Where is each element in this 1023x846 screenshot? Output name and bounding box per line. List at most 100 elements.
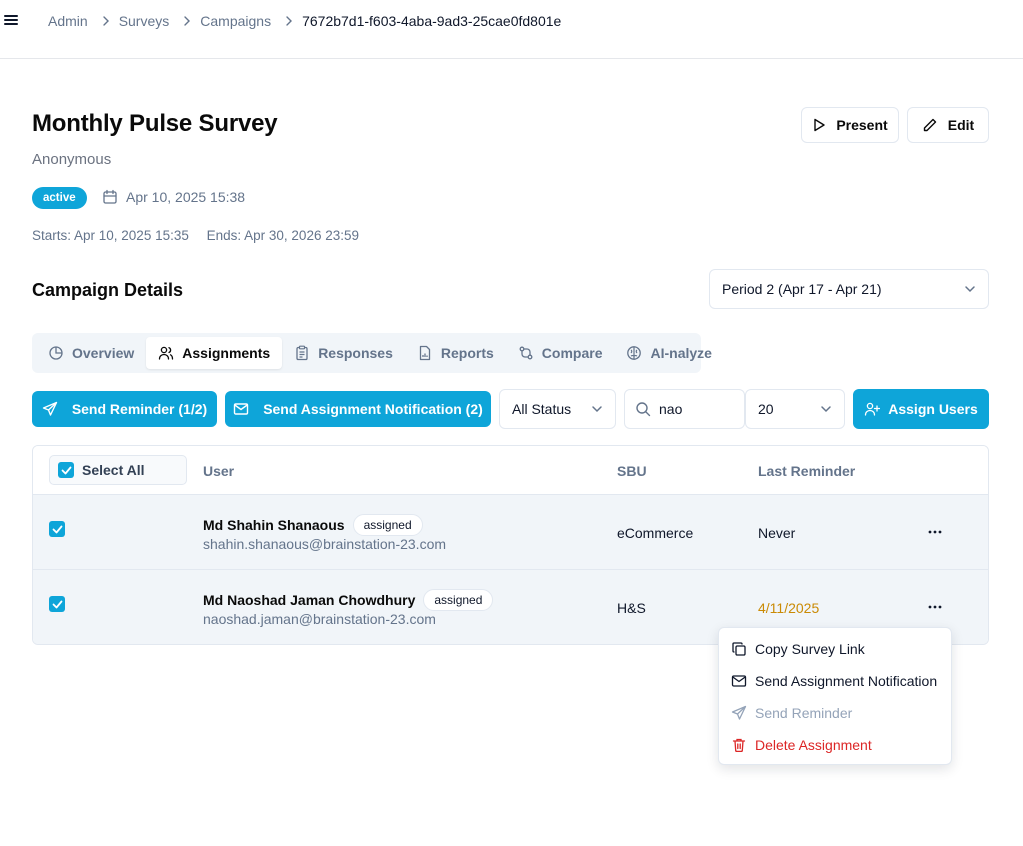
last-reminder-cell: Never (758, 525, 796, 541)
row-actions-menu: Copy Survey Link Send Assignment Notific… (718, 627, 952, 765)
section-title: Campaign Details (32, 280, 184, 300)
send-notification-button[interactable]: Send Assignment Notification (2) (225, 391, 491, 427)
play-icon (812, 118, 836, 132)
chevron-down-icon (820, 405, 832, 413)
table-header: Select All User SBU Last Reminder (33, 446, 988, 495)
tab-overview[interactable]: Overview (36, 337, 146, 369)
clipboard-icon (294, 345, 318, 361)
start-date: Starts: Apr 10, 2025 15:35 (32, 228, 189, 243)
mail-icon (233, 401, 263, 417)
menu-item-label: Send Assignment Notification (755, 673, 938, 689)
select-all-checkbox[interactable] (58, 462, 74, 478)
more-horizontal-icon[interactable] (921, 523, 949, 541)
sbu-cell: eCommerce (617, 525, 694, 541)
user-name: Md Naoshad Jaman Chowdhury (203, 592, 416, 608)
column-header-user: User (203, 463, 235, 479)
menu-item-label: Send Reminder (755, 705, 853, 721)
pie-chart-icon (48, 345, 72, 361)
file-chart-icon (417, 345, 441, 361)
menu-item-delete-assignment[interactable]: Delete Assignment (719, 729, 951, 761)
row-checkbox[interactable] (49, 521, 65, 537)
trash-icon (731, 737, 755, 753)
menu-icon[interactable] (4, 13, 22, 31)
chevron-right-icon (285, 16, 293, 26)
top-bar: Admin Surveys Campaigns 7672b7d1-f603-4a… (0, 0, 1023, 59)
send-notification-label: Send Assignment Notification (2) (263, 401, 483, 417)
tab-responses[interactable]: Responses (282, 337, 405, 369)
user-plus-icon (864, 401, 888, 417)
calendar-icon (102, 189, 126, 205)
page-size-value: 20 (758, 401, 774, 417)
tab-label: Reports (440, 345, 494, 361)
user-name-cell: Md Shahin Shanaous assigned (203, 514, 423, 536)
user-email: shahin.shanaous@brainstation-23.com (203, 536, 447, 552)
chevron-down-icon (591, 405, 603, 413)
end-date: Ends: Apr 30, 2026 23:59 (206, 228, 359, 243)
search-field[interactable] (624, 389, 745, 429)
tab-label: Overview (72, 345, 135, 361)
page-size-select[interactable]: 20 (745, 389, 845, 429)
breadcrumb-admin[interactable]: Admin (48, 13, 88, 29)
tab-compare[interactable]: Compare (506, 337, 615, 369)
pencil-icon (922, 117, 948, 133)
copy-icon (731, 641, 755, 657)
tab-reports[interactable]: Reports (405, 337, 506, 369)
status-filter-value: All Status (512, 401, 572, 417)
column-header-sbu: SBU (617, 463, 647, 479)
send-reminder-button[interactable]: Send Reminder (1/2) (32, 391, 217, 427)
row-checkbox[interactable] (49, 596, 65, 612)
select-all-label: Select All (82, 462, 145, 478)
survey-dates: Starts: Apr 10, 2025 15:35 Ends: Apr 30,… (32, 228, 359, 243)
menu-item-send-notification[interactable]: Send Assignment Notification (719, 665, 951, 697)
send-reminder-label: Send Reminder (1/2) (71, 401, 208, 417)
users-icon (158, 345, 182, 361)
present-button[interactable]: Present (801, 107, 899, 143)
assignment-status-badge: assigned (352, 514, 423, 536)
period-value: Period 2 (Apr 17 - Apr 21) (722, 281, 882, 297)
user-name-cell: Md Naoshad Jaman Chowdhury assigned (203, 589, 494, 611)
tab-ai-nalyze[interactable]: AI-nalyze (614, 337, 723, 369)
breadcrumb-campaigns[interactable]: Campaigns (200, 13, 271, 29)
menu-item-send-reminder: Send Reminder (719, 697, 951, 729)
tab-assignments[interactable]: Assignments (146, 337, 283, 369)
assignment-status-badge: assigned (423, 589, 494, 611)
survey-subtitle: Anonymous (32, 151, 112, 168)
tab-label: Assignments (182, 345, 271, 361)
table-row: Md Shahin Shanaous assigned shahin.shana… (33, 495, 988, 570)
more-horizontal-icon[interactable] (921, 598, 949, 616)
search-icon (635, 401, 651, 417)
last-reminder-cell: 4/11/2025 (758, 600, 820, 616)
assignments-table: Select All User SBU Last Reminder Md Sha… (32, 445, 989, 645)
git-compare-icon (518, 345, 542, 361)
send-icon (731, 705, 755, 721)
page-title: Monthly Pulse Survey (32, 110, 278, 137)
menu-item-label: Copy Survey Link (755, 641, 865, 657)
search-input[interactable] (659, 401, 729, 417)
status-filter-select[interactable]: All Status (499, 389, 616, 429)
user-name: Md Shahin Shanaous (203, 517, 345, 533)
brain-icon (626, 345, 650, 361)
breadcrumb: Admin Surveys Campaigns 7672b7d1-f603-4a… (48, 13, 561, 29)
edit-label: Edit (947, 117, 975, 133)
tab-list: Overview Assignments Responses Reports C… (32, 333, 712, 373)
select-all-toggle[interactable]: Select All (49, 455, 187, 485)
chevron-right-icon (183, 16, 191, 26)
assign-users-label: Assign Users (888, 401, 978, 417)
sbu-cell: H&S (617, 600, 646, 616)
chevron-down-icon (964, 285, 976, 293)
tab-label: AI-nalyze (650, 345, 712, 361)
status-badge: active (32, 187, 87, 209)
present-label: Present (836, 117, 888, 133)
menu-item-copy-link[interactable]: Copy Survey Link (719, 633, 951, 665)
tab-label: Responses (318, 345, 393, 361)
assign-users-button[interactable]: Assign Users (853, 389, 989, 429)
breadcrumb-current: 7672b7d1-f603-4aba-9ad3-25cae0fd801e (302, 13, 562, 29)
period-select[interactable]: Period 2 (Apr 17 - Apr 21) (709, 269, 989, 309)
chevron-right-icon (102, 16, 110, 26)
created-date: Apr 10, 2025 15:38 (102, 189, 245, 205)
user-email: naoshad.jaman@brainstation-23.com (203, 611, 436, 627)
breadcrumb-surveys[interactable]: Surveys (119, 13, 170, 29)
send-icon (42, 401, 72, 417)
edit-button[interactable]: Edit (907, 107, 989, 143)
menu-item-label: Delete Assignment (755, 737, 872, 753)
